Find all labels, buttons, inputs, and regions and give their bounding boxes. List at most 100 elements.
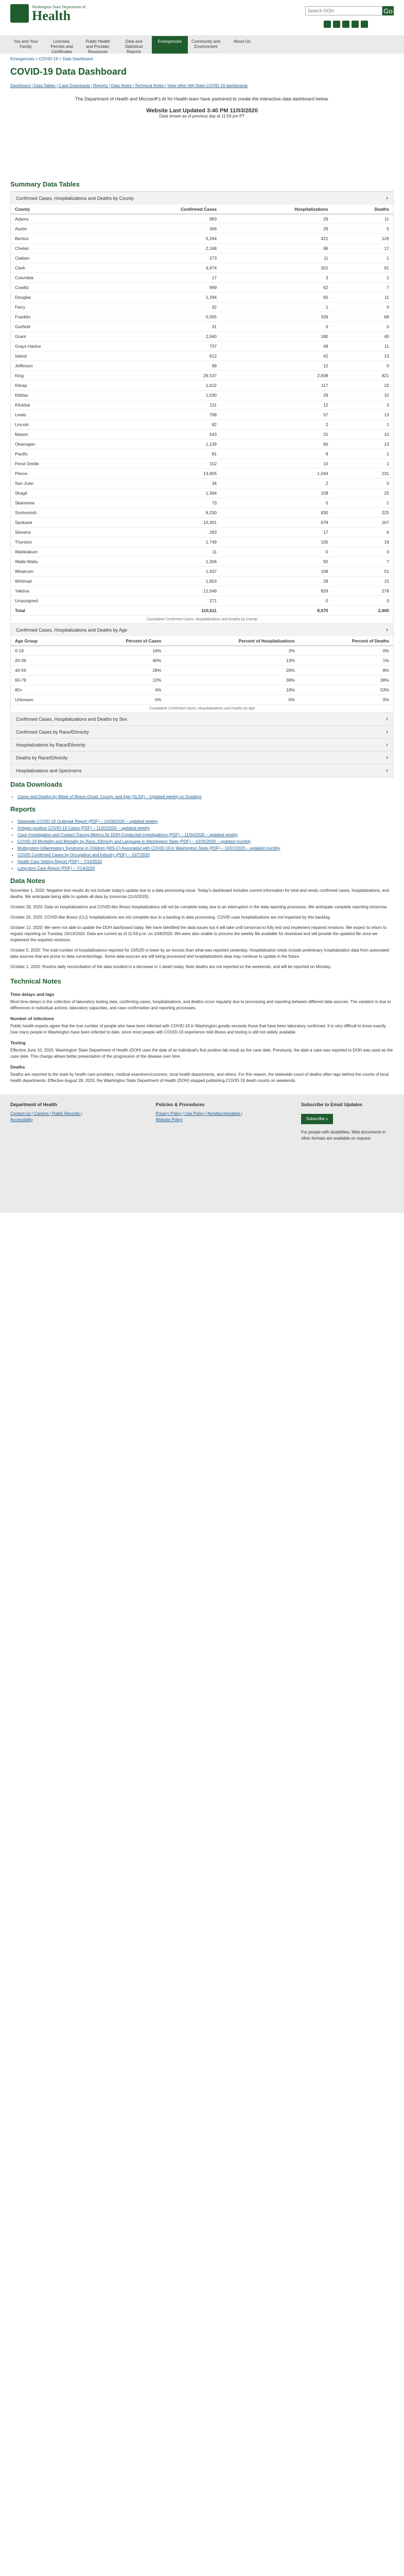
table-cell[interactable]: Garfield [11,321,103,332]
table-cell[interactable]: Thurston [11,537,103,547]
table-cell[interactable]: Pend Oreille [11,459,103,469]
table-cell[interactable]: Cowlitz [11,282,103,293]
table-cell[interactable]: Yakima [11,586,103,596]
table-cell: 82 [102,419,221,430]
table-cell[interactable]: Spokane [11,517,103,528]
footer-links-dept[interactable]: Contact Us | Careers | Public Records | … [10,1111,82,1122]
table-cell[interactable]: Benton [11,233,103,244]
table-cell[interactable]: Klickitat [11,400,103,410]
table-cell: 40% [75,655,166,666]
table-cell[interactable]: Lincoln [11,419,103,430]
table-cell: 60-79 [11,675,75,685]
table-cell[interactable]: Adams [11,214,103,224]
table-cell: 999 [102,282,221,293]
table-cell: 1 [221,302,332,312]
report-item[interactable]: Health Care Setting Report (PDF) – 7/14/… [17,858,394,865]
report-item[interactable]: Multisystem Inflammatory Syndrome in Chi… [17,845,394,852]
table-cell[interactable]: Chelan [11,243,103,253]
table-cell[interactable]: Okanogan [11,439,103,449]
age-table-heading[interactable]: Confirmed Cases, Hospitalizations and De… [11,623,393,636]
table-cell[interactable]: Pierce [11,468,103,479]
subscribe-button[interactable]: Subscribe » [301,1114,333,1124]
table-cell[interactable]: Jefferson [11,361,103,371]
table-cell[interactable]: Whitman [11,576,103,586]
youtube-icon[interactable] [352,21,359,28]
table-row: Unassigned 271 0 0 [11,596,393,606]
accordion-heading[interactable]: Confirmed Cases, Hospitalizations and De… [11,713,393,725]
table-cell[interactable]: Clark [11,263,103,273]
table-cell: 0% [165,694,299,705]
accordion-heading[interactable]: Hospitalizations by Race/Ethnicity [11,738,393,751]
table-cell[interactable]: Clallam [11,253,103,263]
table-cell: 2,608 [221,370,332,381]
report-item[interactable]: Long-term Care Report (PDF) – 7/14/2020 [17,865,394,872]
nav-item[interactable]: Licenses, Permits and Certificates [44,36,80,54]
facebook-icon[interactable] [324,21,331,28]
nav-item[interactable]: You and Your Family [8,36,44,54]
table-cell[interactable]: Pacific [11,449,103,459]
table-cell[interactable]: Stevens [11,527,103,537]
report-item[interactable]: Statewide COVID-19 Outbreak Report (PDF)… [17,818,394,825]
table-cell[interactable]: Lewis [11,410,103,420]
nav-item[interactable]: Community and Environment [188,36,224,54]
download-item[interactable]: Cases and Deaths by Week of Illness Onse… [17,793,394,800]
column-header: Percent of Hospitalizations [165,636,299,646]
search-input[interactable] [305,6,382,15]
table-cell[interactable]: Snohomish [11,507,103,518]
data-note: October 5, 2020: The total number of hos… [10,948,390,959]
report-item[interactable]: Case Investigation and Contact Tracing M… [17,832,394,838]
quick-links[interactable]: Dashboard | Data Tables | Case Downloads… [0,79,404,92]
county-accordion: Confirmed Cases, Hospitalizations and De… [10,191,394,777]
table-cell: 737 [102,341,221,351]
table-cell[interactable]: Unassigned [11,596,103,606]
table-cell[interactable]: Grays Harbor [11,341,103,351]
accordion-heading[interactable]: Hospitalizations and Specimens [11,764,393,777]
nav-item[interactable]: Data and Statistical Reports [116,36,152,54]
table-cell[interactable]: Kitsap [11,380,103,391]
table-cell[interactable]: Grant [11,331,103,342]
table-cell[interactable]: Franklin [11,312,103,322]
search-button[interactable]: Go [382,6,394,15]
dashboard-embed[interactable] [0,121,404,177]
table-cell[interactable]: Douglas [11,292,103,302]
accordion-heading[interactable]: Deaths by Race/Ethnicity [11,751,393,764]
table-cell: 0 [332,596,393,606]
table-cell: 48 [221,341,332,351]
table-cell: 32 [102,302,221,312]
table-cell[interactable]: Whatcom [11,566,103,577]
table-cell[interactable]: Skagit [11,488,103,498]
table-row: 40-59 28% 28% 8% [11,665,393,675]
table-cell[interactable]: Ferry [11,302,103,312]
twitter-icon[interactable] [333,21,340,28]
table-cell[interactable]: Columbia [11,273,103,283]
column-header: Percent of Cases [75,636,166,646]
nav-item[interactable]: Emergencies [152,36,188,54]
email-icon[interactable] [361,21,368,28]
table-cell[interactable]: San Juan [11,478,103,488]
table-cell: 2,400 [332,605,393,616]
table-cell[interactable]: Asotin [11,224,103,234]
accessibility-note: For people with disabilities, Web docume… [301,1130,386,1141]
table-row: Okanogan 1,129 60 13 [11,439,393,449]
nav-item[interactable]: Public Health and Provider Resources [80,36,116,54]
table-cell: 15 [332,576,393,586]
table-cell[interactable]: King [11,370,103,381]
table-cell[interactable]: Kittitas [11,390,103,400]
accordion-heading[interactable]: Confirmed Cases by Race/Ethnicity [11,725,393,738]
table-cell[interactable]: Island [11,351,103,361]
instagram-icon[interactable] [342,21,349,28]
table-cell[interactable]: Mason [11,429,103,439]
county-table-heading[interactable]: Confirmed Cases, Hospitalizations and De… [11,192,393,205]
nav-item[interactable]: About Us [224,36,260,54]
report-item[interactable]: COVID Confirmed Cases by Occupation and … [17,852,394,858]
breadcrumb[interactable]: Emergencies > COVID-19 > Data Dashboard [0,54,404,64]
table-cell[interactable]: Skamania [11,498,103,508]
table-cell: 105 [221,537,332,547]
table-cell[interactable]: Wahkiakum [11,547,103,557]
report-item[interactable]: COVID-19 Morbidity and Mortality by Race… [17,838,394,845]
footer-links-policies[interactable]: Privacy Policy | Use Policy | Nondiscrim… [156,1111,243,1122]
table-cell[interactable]: Walla Walla [11,556,103,567]
table-cell: 3 [221,273,332,283]
table-cell: 0 [332,547,393,557]
report-item[interactable]: Antigen-positive COVID-19 Cases (PDF) – … [17,825,394,832]
